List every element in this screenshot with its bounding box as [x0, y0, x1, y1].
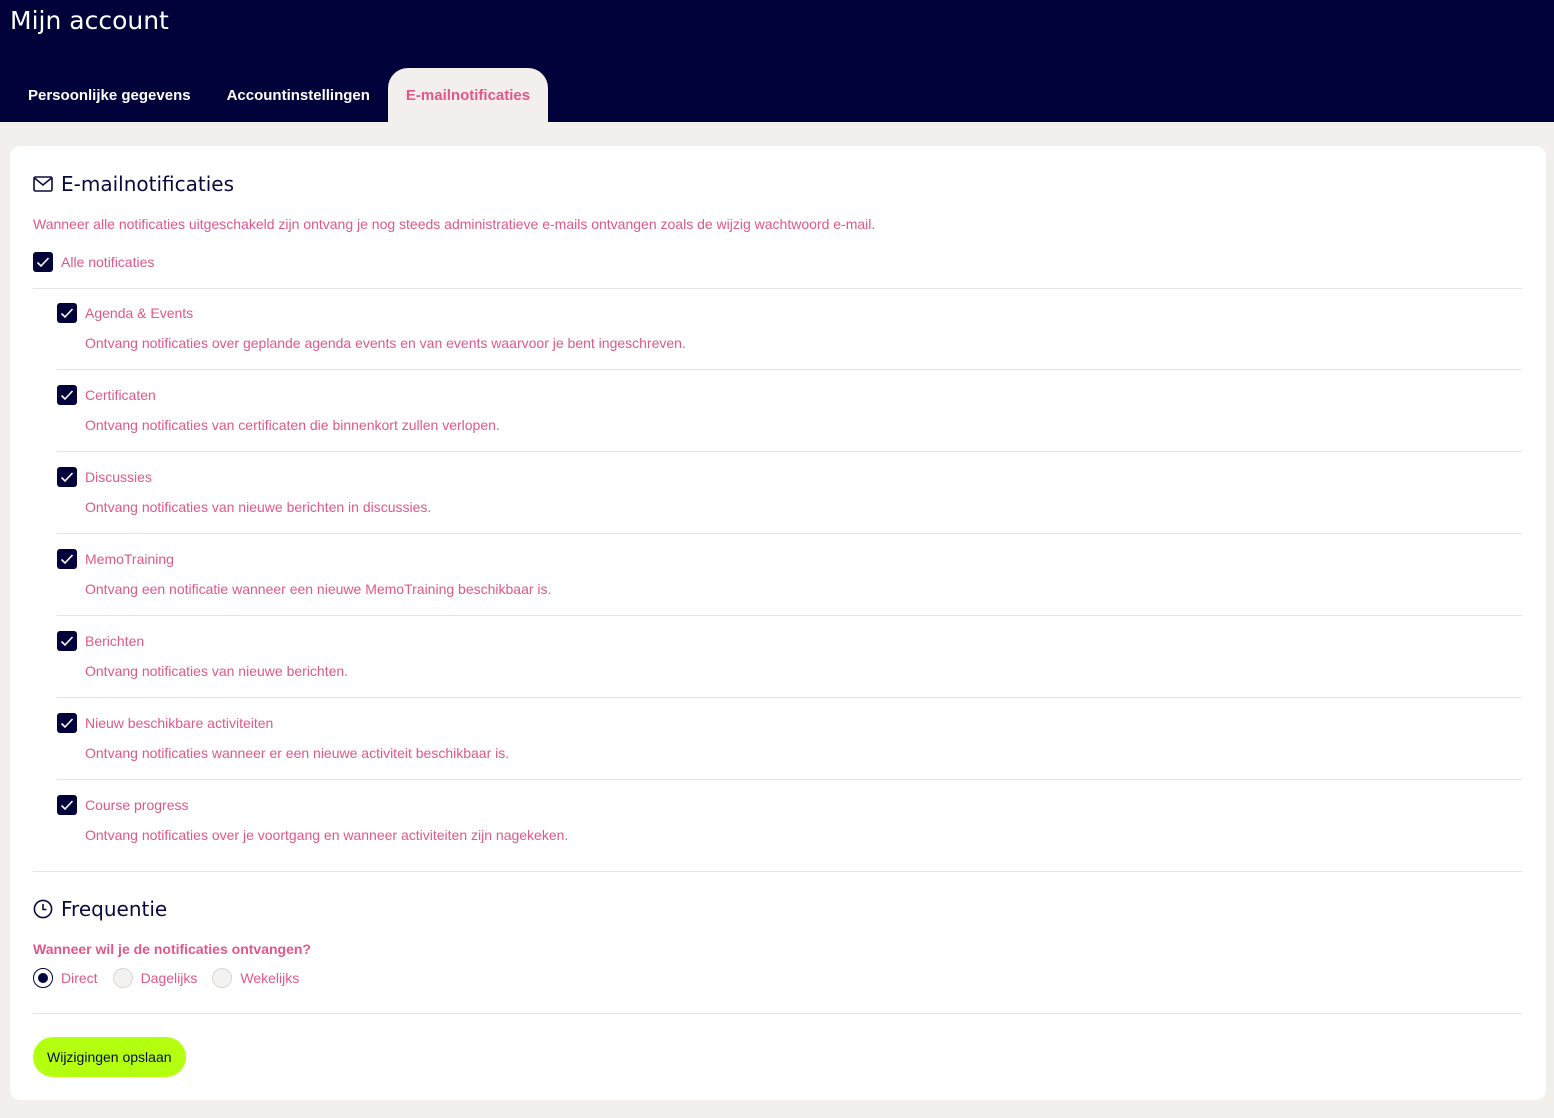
checkmark-icon	[36, 257, 50, 268]
notification-list: Agenda & Events Ontvang notificaties ove…	[57, 288, 1522, 862]
save-changes-button[interactable]: Wijzigingen opslaan	[33, 1037, 186, 1077]
certificaten-checkbox[interactable]	[57, 385, 77, 405]
notification-item-description: Ontvang een notificatie wanneer een nieu…	[85, 581, 552, 597]
frequency-option-label: Direct	[61, 970, 98, 986]
clock-icon	[33, 899, 53, 919]
berichten-checkbox[interactable]	[57, 631, 77, 651]
agenda-events-checkbox[interactable]	[57, 303, 77, 323]
divider	[33, 871, 1522, 872]
notification-item-description: Ontvang notificaties wanneer er een nieu…	[85, 745, 510, 761]
notification-item-description: Ontvang notificaties van certificaten di…	[85, 417, 500, 433]
wekelijks-radio[interactable]	[212, 968, 233, 988]
tab-persoonlijke-gegevens[interactable]: Persoonlijke gegevens	[0, 68, 209, 122]
frequency-header: Frequentie	[33, 897, 167, 921]
notification-item-label: Certificaten	[85, 387, 156, 403]
notification-item-course-progress: Course progress Ontvang notificaties ove…	[57, 780, 1522, 862]
checkmark-icon	[60, 718, 74, 729]
notifications-heading: E-mailnotificaties	[61, 172, 234, 196]
header-bar: Mijn account Persoonlijke gegevens Accou…	[0, 0, 1554, 122]
notification-item-description: Ontvang notificaties van nieuwe berichte…	[85, 663, 349, 679]
tab-e-mailnotificaties[interactable]: E-mailnotificaties	[387, 68, 549, 122]
memotraining-checkbox[interactable]	[57, 549, 77, 569]
notification-item-label: Discussies	[85, 469, 152, 485]
all-notifications-option[interactable]: Alle notificaties	[33, 252, 154, 272]
notifications-header: E-mailnotificaties	[33, 172, 234, 196]
notification-item-label: Course progress	[85, 797, 189, 813]
course-progress-checkbox[interactable]	[57, 795, 77, 815]
notification-item-description: Ontvang notificaties over geplande agend…	[85, 335, 686, 351]
settings-card: E-mailnotificaties Wanneer alle notifica…	[10, 146, 1546, 1100]
divider	[33, 1013, 1522, 1014]
checkmark-icon	[60, 390, 74, 401]
notification-item-agenda-events: Agenda & Events Ontvang notificaties ove…	[57, 288, 1522, 370]
mail-icon	[33, 176, 53, 192]
checkmark-icon	[60, 636, 74, 647]
checkmark-icon	[60, 554, 74, 565]
account-tabs: Persoonlijke gegevens Accountinstellinge…	[0, 68, 549, 122]
all-notifications-checkbox[interactable]	[33, 252, 53, 272]
frequency-option-label: Wekelijks	[240, 970, 300, 986]
frequency-option-label: Dagelijks	[140, 970, 198, 986]
notification-item-memotraining: MemoTraining Ontvang een notificatie wan…	[57, 534, 1522, 616]
notification-item-nieuw-beschikbare-activiteiten: Nieuw beschikbare activiteiten Ontvang n…	[57, 698, 1522, 780]
notification-item-label: MemoTraining	[85, 551, 174, 567]
discussies-checkbox[interactable]	[57, 467, 77, 487]
frequency-options: Direct Dagelijks Wekelijks	[33, 968, 314, 988]
nieuw-beschikbare-activiteiten-checkbox[interactable]	[57, 713, 77, 733]
notification-item-label: Agenda & Events	[85, 305, 194, 321]
frequency-question: Wanneer wil je de notificaties ontvangen…	[33, 941, 311, 957]
notification-item-description: Ontvang notificaties over je voortgang e…	[85, 827, 569, 843]
notification-item-discussies: Discussies Ontvang notificaties van nieu…	[57, 452, 1522, 534]
notification-item-berichten: Berichten Ontvang notificaties van nieuw…	[57, 616, 1522, 698]
frequency-heading: Frequentie	[61, 897, 168, 921]
checkmark-icon	[60, 800, 74, 811]
page-title: Mijn account	[10, 6, 169, 35]
notification-item-label: Berichten	[85, 633, 145, 649]
checkmark-icon	[60, 472, 74, 483]
notification-item-label: Nieuw beschikbare activiteiten	[85, 715, 274, 731]
frequency-option-wekelijks[interactable]: Wekelijks	[212, 968, 299, 988]
notifications-info-text: Wanneer alle notificaties uitgeschakeld …	[33, 216, 876, 232]
notification-item-certificaten: Certificaten Ontvang notificaties van ce…	[57, 370, 1522, 452]
dagelijks-radio[interactable]	[112, 968, 133, 988]
frequency-option-direct[interactable]: Direct	[33, 968, 98, 988]
tab-accountinstellingen[interactable]: Accountinstellingen	[209, 68, 388, 122]
frequency-option-dagelijks[interactable]: Dagelijks	[112, 968, 198, 988]
checkmark-icon	[60, 308, 74, 319]
direct-radio[interactable]	[33, 968, 53, 988]
all-notifications-label: Alle notificaties	[61, 254, 155, 270]
notification-item-description: Ontvang notificaties van nieuwe berichte…	[85, 499, 432, 515]
